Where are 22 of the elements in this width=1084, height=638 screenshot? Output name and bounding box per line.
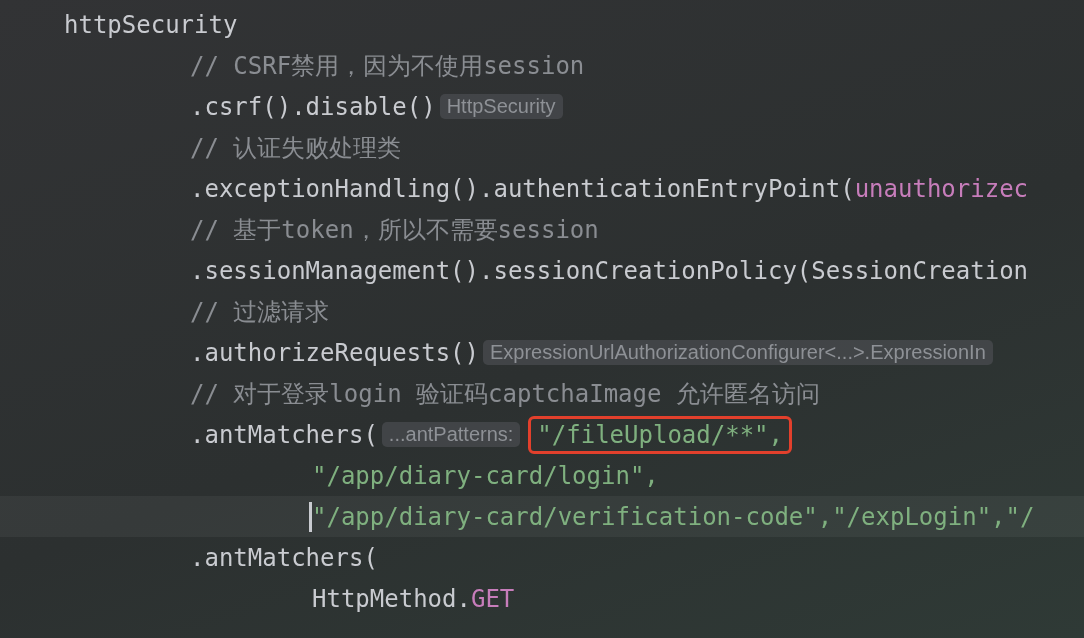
string-literal: "/app/diary-card/login", <box>312 461 659 490</box>
code-comment: // 对于登录login 验证码captchaImage 允许匿名访问 <box>190 378 820 410</box>
code-text: .authorizeRequests() <box>190 338 479 367</box>
code-comment: // 认证失败处理类 <box>190 132 402 164</box>
code-text: GET <box>470 584 515 613</box>
code-text: httpSecurity <box>64 10 238 39</box>
code-text: .csrf().disable() <box>190 92 436 121</box>
code-comment: // 基于token，所以不需要session <box>190 214 599 246</box>
code-text: .exceptionHandling().authenticationEntryPoint( <box>190 174 855 203</box>
code-comment: // CSRF禁用，因为不使用session <box>190 50 585 82</box>
text-caret <box>309 501 312 532</box>
code-text: HttpMethod. <box>312 584 471 613</box>
string-literal: "/app/diary-card/verification-code","/expLogin","/ <box>312 502 1035 531</box>
code-text: unauthorizec <box>854 174 1029 203</box>
inlay-hint: ...antPatterns: <box>381 422 521 447</box>
code-comment: // 过滤请求 <box>190 296 330 328</box>
code-text: .antMatchers( <box>190 543 378 572</box>
inlay-hint: ExpressionUrlAuthorizationConfigurer<...>.ExpressionIn <box>483 340 993 365</box>
highlighted-string: "/fileUpload/**", <box>528 415 792 454</box>
code-text: .sessionManagement().sessionCreationPolicy(SessionCreation <box>190 256 1029 285</box>
inlay-hint: HttpSecurity <box>439 94 563 119</box>
code-text: .antMatchers( <box>190 420 378 449</box>
